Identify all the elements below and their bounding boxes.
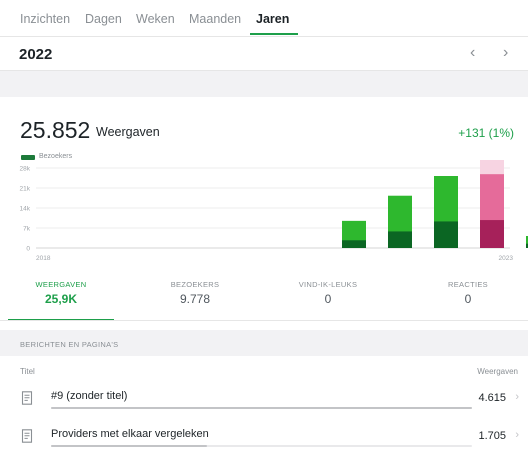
list-item[interactable]: Providers met elkaar vergeleken 1.705 › <box>0 421 528 453</box>
y-tick-label: 7k <box>23 226 31 233</box>
chevron-right-icon: › <box>515 429 519 441</box>
post-title: #9 (zonder titel) <box>51 390 128 402</box>
active-tab-indicator <box>250 33 298 35</box>
y-tick-label: 21k <box>20 186 31 193</box>
views-bar-track <box>51 445 472 447</box>
stat-weergaven[interactable]: WEERGAVEN 25,9K <box>30 280 92 306</box>
stat-label: REACTIES <box>448 280 488 289</box>
y-tick-label: 28k <box>20 166 31 173</box>
legend-label-visitors: Bezoekers <box>39 153 73 160</box>
views-bar-fill <box>51 445 207 447</box>
tab-maanden[interactable]: Maanden <box>189 12 241 26</box>
stat-value: 25,9K <box>44 292 78 306</box>
list-item[interactable]: #9 (zonder titel) 4.615 › <box>0 383 528 415</box>
chevron-right-icon[interactable]: › <box>503 44 508 62</box>
total-views-unit: Weergaven <box>96 125 160 139</box>
column-views: Weergaven <box>477 367 518 376</box>
tab-jaren[interactable]: Jaren <box>256 12 289 26</box>
list-header: Titel Weergaven <box>0 356 528 382</box>
views-change: +131 (1%) <box>458 126 514 140</box>
views-bar-track <box>51 407 472 409</box>
post-title: Providers met elkaar vergeleken <box>51 428 209 440</box>
page-icon <box>21 429 33 443</box>
bar-visitors <box>480 220 504 248</box>
bar-visitors <box>342 240 366 248</box>
chevron-left-icon[interactable]: ‹ <box>470 44 475 62</box>
stat-label: WEERGAVEN <box>35 280 87 289</box>
stat-value: 0 <box>324 292 332 306</box>
post-views: 1.705 <box>478 430 506 442</box>
bar-visitors <box>434 221 458 248</box>
bar-visitors <box>388 231 412 248</box>
tab-weken[interactable]: Weken <box>136 12 175 26</box>
y-tick-label: 0 <box>26 246 30 253</box>
x-tick-label: 2018 <box>36 255 51 262</box>
period-label: 2022 <box>19 46 53 63</box>
stat-reacties[interactable]: REACTIES 0 <box>438 280 498 306</box>
stat-value: 0 <box>464 292 472 306</box>
stat-label: VIND-IK-LEUKS <box>298 280 358 289</box>
stat-value: 9.778 <box>179 292 211 306</box>
period-selector: 2022 ‹ › <box>0 37 528 71</box>
stat-label: BEZOEKERS <box>170 280 220 289</box>
section-title: BERICHTEN EN PAGINA'S <box>20 340 119 349</box>
stats-tabs: WEERGAVEN 25,9K BEZOEKERS 9.778 VIND-IK-… <box>0 280 528 320</box>
x-tick-label: 2023 <box>499 255 514 262</box>
tab-dagen[interactable]: Dagen <box>85 12 122 26</box>
post-views: 4.615 <box>478 392 506 404</box>
total-views: 25.852 <box>20 117 91 143</box>
stats-divider <box>0 320 528 321</box>
views-bar-fill <box>51 407 472 409</box>
stat-vind-ik-leuks[interactable]: VIND-IK-LEUKS 0 <box>280 280 376 306</box>
separator-band <box>0 71 528 97</box>
bar-forecast <box>480 160 504 175</box>
tab-inzichten[interactable]: Inzichten <box>20 12 70 26</box>
views-chart[interactable]: 0 7k 14k 21k 28k 2018 2023 <box>0 160 528 268</box>
chevron-right-icon: › <box>515 391 519 403</box>
page-icon <box>21 391 33 405</box>
column-title: Titel <box>20 367 35 376</box>
period-tabs: Inzichten Dagen Weken Maanden Jaren <box>0 0 528 38</box>
y-tick-label: 14k <box>20 206 31 213</box>
stat-bezoekers[interactable]: BEZOEKERS 9.778 <box>160 280 230 306</box>
